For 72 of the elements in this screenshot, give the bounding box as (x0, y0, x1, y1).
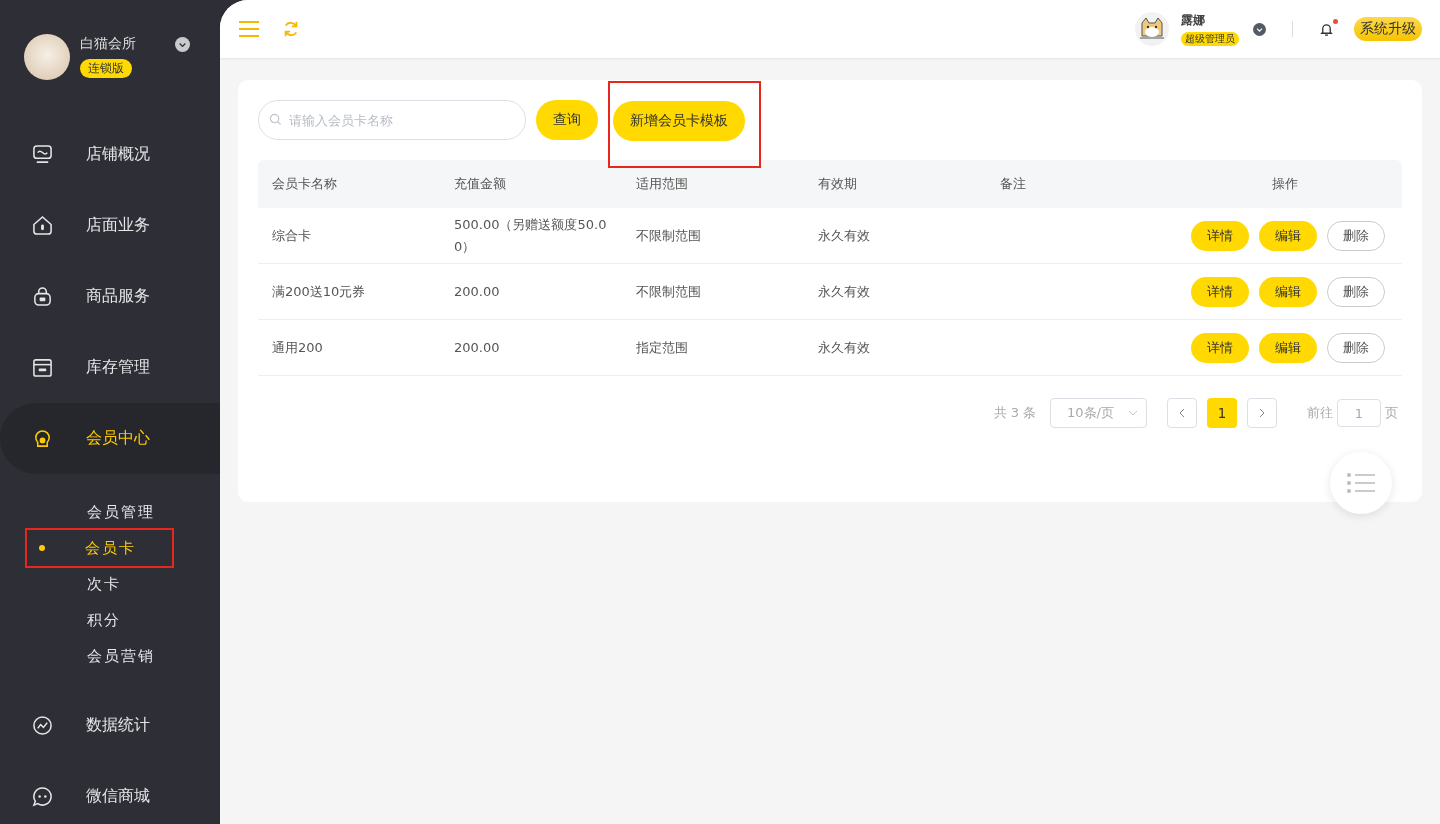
dog-avatar-icon (1135, 12, 1169, 46)
upgrade-button[interactable]: 系统升级 (1354, 17, 1422, 41)
column-header: 有效期 (818, 176, 857, 191)
details-button[interactable]: 详情 (1191, 332, 1249, 363)
table-cell-text: 500.00（另赠送额度50.00） (454, 215, 608, 256)
sidebar-item[interactable]: 商品服务 (0, 261, 220, 332)
submenu-item[interactable]: 会员管理 (0, 494, 220, 530)
submenu-item[interactable]: 会员营销 (0, 638, 220, 674)
delete-button[interactable]: 删除 (1327, 276, 1385, 307)
menu-icon[interactable] (238, 20, 260, 38)
submenu-item[interactable]: 会员卡 (25, 528, 174, 568)
add-template-button[interactable]: 新增会员卡模板 (613, 101, 745, 141)
sidebar-item[interactable]: 店铺概况 (0, 119, 220, 190)
table-cell: 永久有效 (818, 227, 870, 243)
chart-icon (32, 715, 53, 736)
page-button[interactable]: 1 (1207, 398, 1237, 428)
total-count: 共 3 条 (993, 404, 1037, 422)
submenu-item[interactable]: 次卡 (0, 566, 220, 602)
sidebar-item[interactable]: 微信商城 (0, 761, 220, 824)
table-cell-text: 200.00 (454, 338, 501, 357)
monitor-icon (32, 144, 53, 165)
edition-badge: 连锁版 (80, 59, 132, 78)
column-header: 会员卡名称 (272, 176, 337, 191)
details-button[interactable]: 详情 (1191, 220, 1249, 251)
table-cell: 通用200 (272, 339, 323, 355)
delete-button[interactable]: 删除 (1327, 220, 1385, 251)
chat-icon (32, 786, 53, 807)
sidebar-item[interactable]: 数据统计 (0, 690, 220, 761)
search-field[interactable]: 请输入会员卡名称 (258, 100, 526, 140)
edit-button[interactable]: 编辑 (1259, 220, 1317, 251)
column-header: 操作 (1272, 176, 1298, 191)
bell-icon[interactable] (1319, 21, 1334, 37)
sidebar-item[interactable]: 店面业务 (0, 190, 220, 261)
dropdown-icon[interactable] (1253, 22, 1266, 36)
table-cell: 不限制范围 (636, 283, 701, 299)
prev-page-button[interactable] (1167, 398, 1197, 428)
chevron-down-icon (1128, 410, 1138, 416)
table-cell: 永久有效 (818, 283, 870, 299)
table-cell: 满200送10元券 (272, 283, 366, 299)
column-header: 充值金额 (454, 175, 507, 193)
store-avatar-photo (24, 34, 70, 80)
table-cell: 指定范围 (636, 339, 688, 355)
delete-button[interactable]: 删除 (1327, 332, 1385, 363)
role-badge: 超级管理员 (1181, 32, 1239, 46)
bulb-icon (32, 428, 53, 449)
table-cell: 永久有效 (818, 339, 870, 355)
submenu-item[interactable]: 积分 (0, 602, 220, 638)
table-cell: 不限制范围 (636, 227, 701, 243)
edit-button[interactable]: 编辑 (1259, 332, 1317, 363)
page-suffix: 页 (1385, 404, 1398, 422)
details-button[interactable]: 详情 (1191, 276, 1249, 307)
list-menu-button[interactable] (1330, 452, 1392, 514)
house-icon (32, 215, 53, 236)
column-header: 备注 (1000, 176, 1026, 191)
edit-button[interactable]: 编辑 (1259, 276, 1317, 307)
chevron-right-icon (1259, 408, 1265, 418)
store-name: 白猫会所 (80, 35, 136, 53)
user-name: 露娜 (1181, 12, 1206, 29)
table-cell-text: 200.00 (454, 282, 501, 301)
box-icon (32, 357, 53, 378)
next-page-button[interactable] (1247, 398, 1277, 428)
dropdown-icon[interactable] (175, 37, 190, 52)
column-header: 适用范围 (636, 176, 688, 191)
refresh-icon[interactable] (282, 20, 300, 38)
sidebar-item[interactable]: 会员中心 (0, 403, 220, 474)
search-icon (269, 113, 282, 126)
goto-label: 前往 (1307, 404, 1333, 422)
table-cell: 综合卡 (272, 227, 311, 243)
sidebar-item[interactable]: 库存管理 (0, 332, 220, 403)
list-icon (1346, 472, 1376, 494)
query-button[interactable]: 查询 (536, 100, 598, 140)
chevron-left-icon (1179, 408, 1185, 418)
